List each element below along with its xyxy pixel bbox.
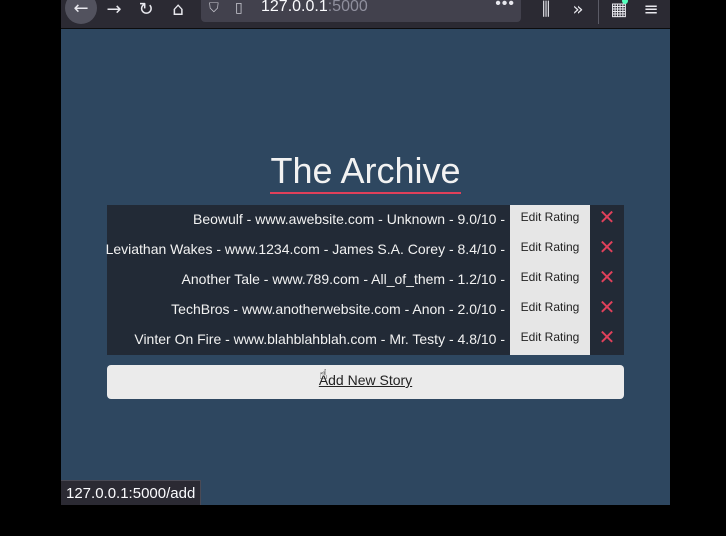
delete-icon[interactable]: ✕: [590, 295, 624, 325]
story-text: Beowulf - www.awebsite.com - Unknown - 9…: [192, 211, 505, 227]
browser-viewport: ← → ↻ ⌂ ⛉ ▯ 127.0.0.1:5000 ••• ⫼ » ▦ ≡ T…: [61, 0, 670, 505]
reload-button[interactable]: ↻: [131, 0, 161, 24]
shield-icon[interactable]: ⛉: [209, 0, 219, 16]
story-list: Beowulf - www.awebsite.com - Unknown - 9…: [105, 205, 624, 355]
arrow-right-icon: →: [106, 0, 122, 20]
story-text: Vinter On Fire - www.blahblahblah.com - …: [134, 331, 505, 347]
more-dots-icon[interactable]: •••: [495, 0, 515, 13]
story-text: Another Tale - www.789.com - All_of_them…: [181, 271, 505, 287]
page-icon: ▯: [235, 0, 243, 15]
url-bar[interactable]: ⛉ ▯ 127.0.0.1:5000 •••: [201, 0, 521, 22]
page-title: The Archive: [61, 150, 670, 194]
url-host: 127.0.0.1: [261, 0, 328, 15]
delete-icon[interactable]: ✕: [590, 325, 624, 355]
menu-button[interactable]: ≡: [636, 0, 666, 24]
story-row: Beowulf - www.awebsite.com - Unknown - 9…: [107, 205, 624, 235]
toolbar-divider: [598, 0, 599, 24]
story-row: Another Tale - www.789.com - All_of_them…: [107, 265, 624, 295]
home-icon: ⌂: [172, 0, 184, 20]
edit-rating-button[interactable]: Edit Rating: [510, 295, 590, 325]
delete-icon[interactable]: ✕: [590, 235, 624, 265]
add-new-story-button[interactable]: Add New Story: [107, 365, 624, 399]
story-row: Vinter On Fire - www.blahblahblah.com - …: [107, 325, 624, 355]
home-button[interactable]: ⌂: [163, 0, 193, 24]
back-button[interactable]: ←: [65, 0, 97, 24]
status-bar: 127.0.0.1:5000/add: [61, 480, 202, 505]
story-row: Leviathan Wakes - www.1234.com - James S…: [105, 235, 624, 265]
delete-icon[interactable]: ✕: [590, 265, 624, 295]
double-chevron-icon: »: [572, 0, 584, 20]
page-title-text: The Archive: [270, 151, 461, 194]
edit-rating-button[interactable]: Edit Rating: [510, 265, 590, 295]
story-text: Leviathan Wakes - www.1234.com - James S…: [105, 241, 505, 257]
edit-rating-button[interactable]: Edit Rating: [510, 235, 590, 265]
url-text[interactable]: 127.0.0.1:5000: [261, 0, 368, 16]
overflow-button[interactable]: »: [563, 0, 593, 24]
story-row: TechBros - www.anotherwebsite.com - Anon…: [107, 295, 624, 325]
delete-icon[interactable]: ✕: [590, 205, 624, 235]
story-text: TechBros - www.anotherwebsite.com - Anon…: [171, 301, 505, 317]
hand-cursor-icon: ☝: [319, 366, 328, 382]
hamburger-menu-icon: ≡: [643, 0, 659, 20]
reload-icon: ↻: [138, 0, 154, 20]
forward-button[interactable]: →: [99, 0, 129, 24]
edit-rating-button[interactable]: Edit Rating: [510, 205, 590, 235]
edit-rating-button[interactable]: Edit Rating: [510, 325, 590, 355]
arrow-left-icon: ←: [73, 0, 89, 19]
library-icon: ⫼: [541, 0, 551, 20]
browser-toolbar: ← → ↻ ⌂ ⛉ ▯ 127.0.0.1:5000 ••• ⫼ » ▦ ≡: [61, 0, 670, 29]
extensions-button[interactable]: ▦: [604, 0, 634, 24]
url-port: :5000: [327, 0, 368, 15]
library-button[interactable]: ⫼: [531, 0, 561, 24]
